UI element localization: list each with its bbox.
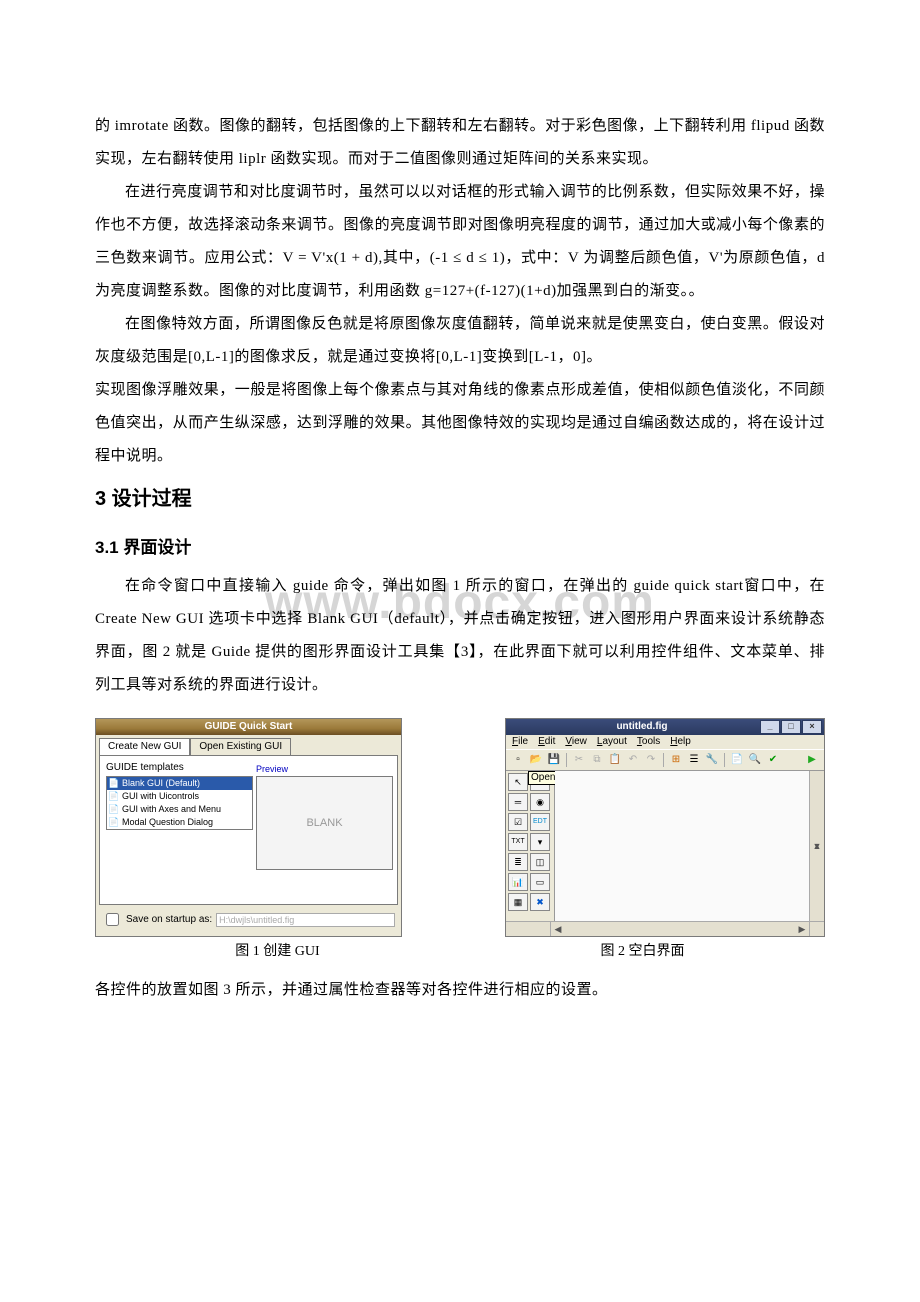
align-icon[interactable]: ⊞: [668, 752, 684, 768]
toolbar-editor-icon[interactable]: 🔧: [704, 752, 720, 768]
open-icon[interactable]: 📂: [528, 752, 544, 768]
template-label: Blank GUI (Default): [122, 778, 200, 789]
templates-label: GUIDE templates: [106, 762, 391, 774]
paragraph-2: 在进行亮度调节和对比度调节时，虽然可以以对话框的形式输入调节的比例系数，但实际效…: [95, 176, 825, 308]
cut-icon[interactable]: ✂: [571, 752, 587, 768]
fig-titlebar: untitled.fig _ □ ×: [506, 719, 824, 735]
template-axes-menu[interactable]: 📄 GUI with Axes and Menu: [107, 803, 252, 816]
tab-open-existing-gui[interactable]: Open Existing GUI: [190, 738, 291, 755]
checkbox-icon[interactable]: ☑: [508, 813, 528, 831]
save-icon[interactable]: 💾: [546, 752, 562, 768]
undo-icon[interactable]: ↶: [625, 752, 641, 768]
save-on-startup-label: Save on startup as:: [126, 914, 212, 926]
copy-icon[interactable]: ⧉: [589, 752, 605, 768]
edit-icon[interactable]: EDT: [530, 813, 550, 831]
menu-view[interactable]: View: [565, 736, 587, 748]
axes-icon[interactable]: 📊: [508, 873, 528, 891]
paragraph-4: 实现图像浮雕效果，一般是将图像上每个像素点与其对角线的像素点形成差值，使相似颜色…: [95, 374, 825, 473]
text-icon[interactable]: TXT: [508, 833, 528, 851]
figure-captions: 图 1 创建 GUI 图 2 空白界面: [95, 941, 825, 963]
radio-icon[interactable]: ◉: [530, 793, 550, 811]
minimize-button[interactable]: _: [760, 720, 780, 734]
tab-create-new-gui[interactable]: Create New GUI: [99, 738, 190, 755]
separator: [663, 753, 664, 767]
preview-box: Preview BLANK: [256, 776, 391, 868]
paragraph-3: 在图像特效方面，所谓图像反色就是将原图像灰度值翻转，简单说来就是使黑变白，使白变…: [95, 308, 825, 374]
heading-3: 3.1 界面设计: [95, 529, 825, 566]
untitled-fig-window: untitled.fig _ □ × File Edit View Layout…: [505, 718, 825, 937]
preview-label: Preview: [256, 764, 288, 775]
save-on-startup-row: Save on startup as:: [96, 908, 401, 935]
horizontal-scrollbar[interactable]: ◀ ▶: [506, 921, 824, 936]
separator: [724, 753, 725, 767]
buttongroup-icon[interactable]: ▦: [508, 893, 528, 911]
separator: [566, 753, 567, 767]
object-browser-icon[interactable]: ✔: [765, 752, 781, 768]
heading-2: 3 设计过程: [95, 477, 825, 521]
menu-tools[interactable]: Tools: [637, 736, 660, 748]
menubar: File Edit View Layout Tools Help: [506, 735, 824, 749]
vertical-scrollbar[interactable]: ▲ ▼: [809, 771, 824, 921]
matlab-icon: 📄: [109, 792, 119, 802]
maximize-button[interactable]: □: [781, 720, 801, 734]
matlab-icon: 📄: [109, 779, 119, 789]
scroll-right-icon[interactable]: ▶: [795, 922, 809, 936]
template-uicontrols[interactable]: 📄 GUI with Uicontrols: [107, 790, 252, 803]
activex-icon[interactable]: ✖: [530, 893, 550, 911]
paste-icon[interactable]: 📋: [607, 752, 623, 768]
guide-quick-start-window: GUIDE Quick Start Create New GUI Open Ex…: [95, 718, 402, 937]
template-label: Modal Question Dialog: [122, 817, 213, 828]
save-on-startup-checkbox[interactable]: [106, 913, 119, 926]
toggle-icon[interactable]: ◫: [530, 853, 550, 871]
save-path-field[interactable]: [216, 913, 395, 927]
paragraph-6: 各控件的放置如图 3 所示，并通过属性检查器等对各控件进行相应的设置。: [95, 974, 825, 1007]
scroll-down-icon[interactable]: ▼: [810, 771, 824, 921]
paragraph-5: 在命令窗口中直接输入 guide 命令，弹出如图 1 所示的窗口，在弹出的 gu…: [95, 570, 825, 702]
popup-icon[interactable]: ▾: [530, 833, 550, 851]
template-label: GUI with Uicontrols: [122, 791, 199, 802]
caption-fig1: 图 1 创建 GUI: [95, 941, 460, 963]
scroll-left-icon[interactable]: ◀: [551, 922, 565, 936]
listbox-icon[interactable]: ≣: [508, 853, 528, 871]
open-tooltip: Open: [528, 771, 558, 785]
figures-row: GUIDE Quick Start Create New GUI Open Ex…: [95, 718, 825, 937]
template-label: GUI with Axes and Menu: [122, 804, 221, 815]
fig-title: untitled.fig: [616, 721, 667, 733]
toolbar: ▫ 📂 💾 ✂ ⧉ 📋 ↶ ↷ ⊞ ☰ 🔧 📄 🔍 ✔: [506, 749, 824, 771]
run-icon[interactable]: ▶: [804, 752, 820, 768]
menu-help[interactable]: Help: [670, 736, 691, 748]
caption-fig2: 图 2 空白界面: [460, 941, 825, 963]
template-modal-dialog[interactable]: 📄 Modal Question Dialog: [107, 816, 252, 829]
matlab-icon: 📄: [109, 817, 119, 827]
guide-tabs: Create New GUI Open Existing GUI: [96, 735, 401, 755]
guide-tabpanel: GUIDE templates 📄 Blank GUI (Default) 📄 …: [99, 755, 398, 905]
canvas-area: ↖ Open OK ═ ◉ ☑ EDT TXT ▾ ≣ ◫ 📊 ▭ ▦: [506, 771, 824, 921]
menu-file[interactable]: File: [512, 736, 528, 748]
property-inspector-icon[interactable]: 🔍: [747, 752, 763, 768]
preview-content: BLANK: [256, 776, 393, 870]
menu-edit[interactable]: Edit: [538, 736, 555, 748]
panel-icon[interactable]: ▭: [530, 873, 550, 891]
new-icon[interactable]: ▫: [510, 752, 526, 768]
guide-titlebar: GUIDE Quick Start: [96, 719, 401, 735]
menu-editor-icon[interactable]: ☰: [686, 752, 702, 768]
menu-layout[interactable]: Layout: [597, 736, 627, 748]
mfile-icon[interactable]: 📄: [729, 752, 745, 768]
close-button[interactable]: ×: [802, 720, 822, 734]
slider-icon[interactable]: ═: [508, 793, 528, 811]
select-tool-icon[interactable]: ↖: [508, 773, 528, 791]
redo-icon[interactable]: ↷: [643, 752, 659, 768]
design-canvas[interactable]: [555, 771, 809, 921]
paragraph-1: 的 imrotate 函数。图像的翻转，包括图像的上下翻转和左右翻转。对于彩色图…: [95, 110, 825, 176]
templates-list[interactable]: 📄 Blank GUI (Default) 📄 GUI with Uicontr…: [106, 776, 253, 829]
matlab-icon: 📄: [109, 804, 119, 814]
template-blank-gui[interactable]: 📄 Blank GUI (Default): [107, 777, 252, 790]
component-palette: ↖ Open OK ═ ◉ ☑ EDT TXT ▾ ≣ ◫ 📊 ▭ ▦: [506, 771, 555, 921]
